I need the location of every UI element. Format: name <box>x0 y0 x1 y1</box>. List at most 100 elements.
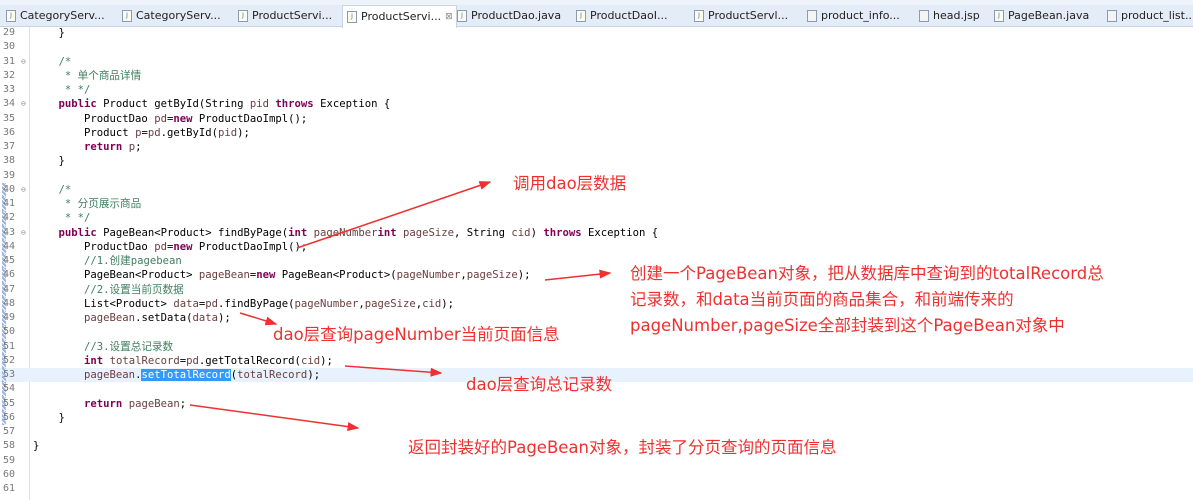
code-line: 37 return p; <box>0 140 1193 154</box>
line-number: 38 <box>3 155 16 167</box>
line-number: 50 <box>3 326 16 338</box>
code-token: return <box>84 397 123 410</box>
code-token: pageBean <box>84 369 136 381</box>
tab-label: PageBean.java <box>1008 9 1090 22</box>
code-token: ); <box>441 297 455 310</box>
code-token: cid <box>511 226 531 239</box>
annotation-return-bean: 返回封装好的PageBean对象，封装了分页查询的页面信息 <box>408 438 837 457</box>
code-line: 60 <box>0 468 1193 482</box>
tab-label: product_list... <box>1121 9 1193 22</box>
tab-label: ProductServl... <box>708 9 789 22</box>
code-line: 43 ⊖ public PageBean<Product> findByPage(… <box>0 225 1193 240</box>
code-line: 55 return pageBean; <box>0 396 1193 411</box>
code-token: pageNumber <box>396 269 461 282</box>
java-file-icon: J <box>347 11 357 23</box>
code-token: Product getById(String <box>96 98 250 111</box>
code-token: ) <box>530 226 544 239</box>
jsp-file-icon <box>919 10 929 22</box>
code-token: setTotalRecord <box>141 369 231 381</box>
code-token: ; <box>179 397 187 410</box>
code-token: pageNumber <box>294 297 359 310</box>
code-token: public <box>58 98 97 111</box>
line-number: 55 <box>3 397 16 409</box>
code-token: totalRecord <box>237 369 308 381</box>
code-line: 56 } <box>0 410 1193 425</box>
code-token: /* <box>33 55 72 68</box>
tab-1[interactable]: J CategoryServ... <box>118 6 221 26</box>
tab-6[interactable]: J ProductServl... <box>690 6 788 26</box>
java-file-icon: J <box>238 10 248 22</box>
code-token: throws <box>275 98 314 111</box>
code-token: pd <box>186 354 199 367</box>
tab-4[interactable]: J ProductDao.java <box>453 6 561 26</box>
code-token: .findByPage( <box>218 297 295 310</box>
fold-toggle-icon[interactable]: ⊖ <box>21 55 26 69</box>
code-token: ProductDao <box>33 112 155 125</box>
fold-toggle-icon[interactable]: ⊖ <box>21 183 26 197</box>
code-text: } <box>33 154 65 168</box>
tab-3[interactable]: J ProductServi... ⊠ <box>342 5 457 28</box>
code-text: //2.设置当前页数据 <box>33 283 184 297</box>
code-text: int totalRecord=pd.getTotalRecord(cid); <box>33 354 333 368</box>
code-token: int <box>288 226 308 239</box>
code-token: * */ <box>33 212 91 225</box>
java-file-icon: J <box>694 10 704 22</box>
code-token: Exception { <box>581 226 659 239</box>
tab-9[interactable]: J PageBean.java <box>990 6 1089 26</box>
code-token: int <box>84 354 104 367</box>
code-line: 48 List<Product> data=pd.findByPage(page… <box>0 296 1193 311</box>
line-number: 60 <box>3 468 16 480</box>
close-tab-icon[interactable]: ⊠ <box>445 7 453 27</box>
code-token: ProductDaoImpl(); <box>192 240 308 253</box>
code-line: 44 ProductDao pd=new ProductDaoImpl(); <box>0 239 1193 254</box>
tab-8[interactable]: head.jsp <box>915 6 980 26</box>
code-token: int <box>377 226 397 239</box>
code-text: PageBean<Product> pageBean=new PageBean<… <box>33 268 531 282</box>
code-text: * */ <box>33 211 91 225</box>
code-token: pid <box>249 98 270 111</box>
code-token: pageBean <box>128 397 180 410</box>
java-file-icon: J <box>6 10 16 22</box>
code-line: 33 * */ <box>0 83 1193 97</box>
tab-5[interactable]: J ProductDaoI... <box>572 6 667 26</box>
code-token: * 单个商品详情 <box>33 69 142 82</box>
code-token: } <box>33 27 65 39</box>
tab-2[interactable]: J ProductServi... <box>234 6 332 26</box>
code-token: data <box>192 312 218 324</box>
code-token: , String <box>454 226 512 239</box>
tab-label: CategoryServ... <box>136 9 221 22</box>
java-interface-icon: J <box>457 10 467 22</box>
code-token: pageSize <box>402 226 455 239</box>
line-number: 52 <box>3 354 16 366</box>
code-text: return pageBean; <box>33 397 186 411</box>
code-token: pageBean <box>84 312 136 324</box>
tab-label: ProductServi... <box>361 10 442 23</box>
code-text: } <box>33 411 65 425</box>
tab-7[interactable]: product_info... <box>803 6 900 26</box>
code-token: //2.设置当前页数据 <box>33 283 184 296</box>
code-text: public Product getById(String pid throws… <box>33 97 391 111</box>
code-token: ProductDao <box>33 240 155 253</box>
code-token: } <box>33 411 65 424</box>
line-number: 57 <box>3 426 16 437</box>
code-text: * 单个商品详情 <box>33 69 141 83</box>
code-token: PageBean<Product>( <box>275 269 397 282</box>
code-token: pd <box>154 112 167 125</box>
code-token: cid <box>300 354 321 367</box>
fold-toggle-icon[interactable]: ⊖ <box>21 97 26 111</box>
code-token: //3.设置总记录数 <box>33 340 174 353</box>
code-token: pageSize <box>364 297 416 310</box>
code-text: } <box>33 26 65 40</box>
code-text: public PageBean<Product> findByPage(int … <box>33 226 659 240</box>
code-text: } <box>33 439 39 453</box>
tab-bar-top-strip <box>0 0 1193 5</box>
tab-label: ProductDaoI... <box>590 9 668 22</box>
annotation-call-dao: 调用dao层数据 <box>513 174 627 193</box>
code-token: ); <box>307 369 321 381</box>
editor-tab-bar: J CategoryServ... J CategoryServ... J Product… <box>0 0 1193 28</box>
tab-10[interactable]: product_list... <box>1103 6 1193 26</box>
fold-toggle-icon[interactable]: ⊖ <box>21 226 26 240</box>
code-token: * 分页展示商品 <box>33 198 142 210</box>
code-token: ); <box>517 269 531 282</box>
tab-0[interactable]: J CategoryServ... <box>2 6 105 26</box>
